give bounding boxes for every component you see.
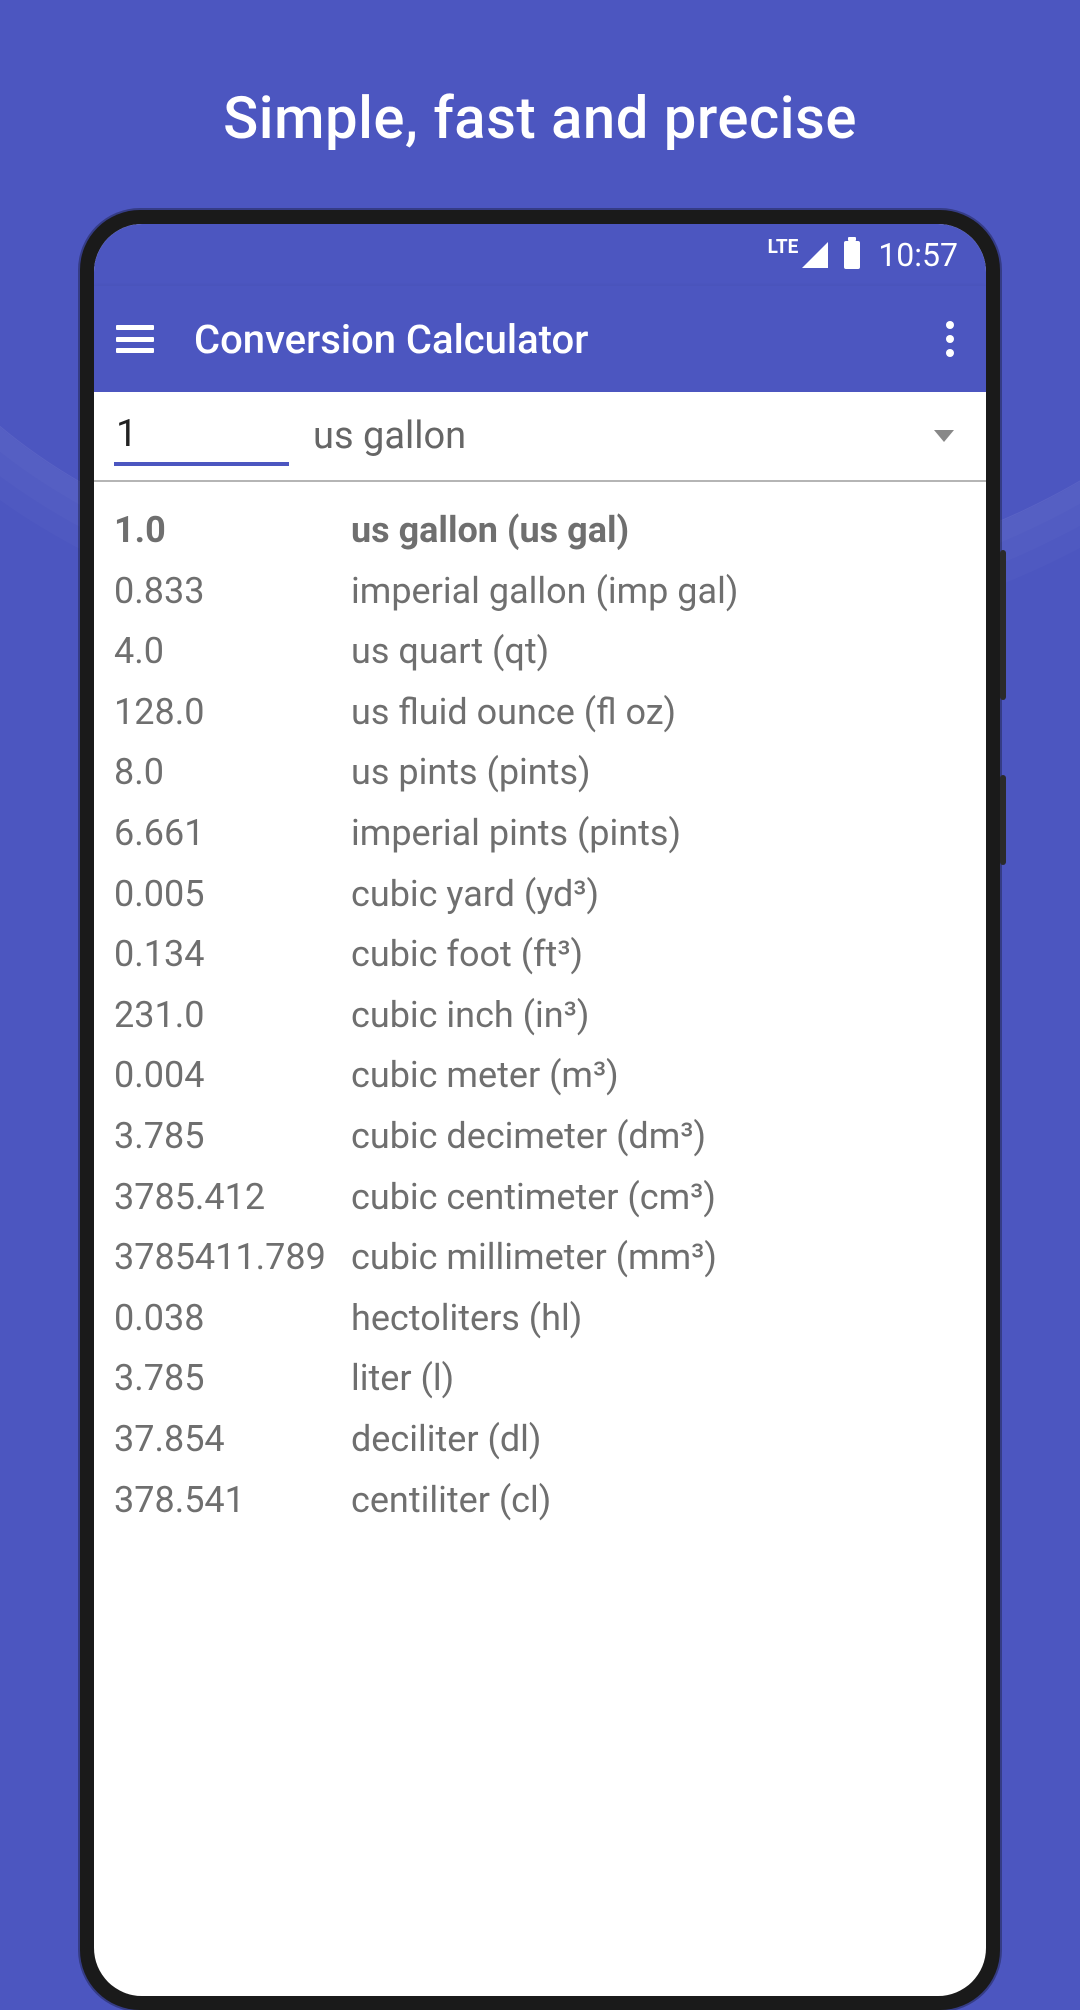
result-value: 6.661	[114, 809, 351, 858]
chevron-down-icon	[934, 430, 954, 442]
result-unit: us gallon (us gal)	[351, 506, 629, 555]
result-unit: cubic millimeter (mm³)	[351, 1233, 717, 1282]
signal-icon	[802, 242, 828, 268]
result-unit: hectoliters (hl)	[351, 1294, 582, 1343]
result-unit: us fluid ounce (fl oz)	[351, 688, 676, 737]
result-row[interactable]: 3.785cubic decimeter (dm³)	[114, 1106, 966, 1167]
result-unit: us quart (qt)	[351, 627, 549, 676]
result-value: 0.004	[114, 1051, 351, 1100]
battery-icon	[844, 241, 860, 269]
result-unit: cubic decimeter (dm³)	[351, 1112, 706, 1161]
value-input[interactable]	[114, 408, 289, 466]
result-row[interactable]: 4.0us quart (qt)	[114, 621, 966, 682]
result-row[interactable]: 0.134cubic foot (ft³)	[114, 924, 966, 985]
result-value: 231.0	[114, 991, 351, 1040]
result-value: 37.854	[114, 1415, 351, 1464]
result-unit: liter (l)	[351, 1354, 454, 1403]
marketing-tagline: Simple, fast and precise	[0, 0, 1080, 153]
phone-screen: LTE 10:57 Conversion Calculator us gallo…	[94, 224, 986, 1996]
status-bar: LTE 10:57	[94, 224, 986, 286]
result-unit: centiliter (cl)	[351, 1476, 551, 1525]
result-value: 378.541	[114, 1476, 351, 1525]
result-row[interactable]: 0.004cubic meter (m³)	[114, 1045, 966, 1106]
result-unit: cubic meter (m³)	[351, 1051, 619, 1100]
status-time: 10:57	[878, 236, 958, 274]
phone-side-button	[1000, 550, 1006, 700]
result-value: 3785.412	[114, 1173, 351, 1222]
result-value: 0.833	[114, 567, 351, 616]
result-row[interactable]: 3785411.789cubic millimeter (mm³)	[114, 1227, 966, 1288]
result-row[interactable]: 231.0cubic inch (in³)	[114, 985, 966, 1046]
result-row[interactable]: 3785.412cubic centimeter (cm³)	[114, 1167, 966, 1228]
network-label: LTE	[768, 235, 799, 258]
result-row[interactable]: 8.0us pints (pints)	[114, 742, 966, 803]
result-row[interactable]: 0.005cubic yard (yd³)	[114, 864, 966, 925]
result-row[interactable]: 0.038hectoliters (hl)	[114, 1288, 966, 1349]
result-value: 128.0	[114, 688, 351, 737]
result-value: 3785411.789	[114, 1233, 351, 1282]
result-unit: cubic yard (yd³)	[351, 870, 599, 919]
app-title: Conversion Calculator	[194, 316, 936, 363]
result-row[interactable]: 0.833imperial gallon (imp gal)	[114, 561, 966, 622]
unit-selector[interactable]: us gallon	[289, 414, 966, 466]
app-bar: Conversion Calculator	[94, 286, 986, 392]
result-row[interactable]: 6.661imperial pints (pints)	[114, 803, 966, 864]
result-unit: cubic centimeter (cm³)	[351, 1173, 716, 1222]
result-value: 3.785	[114, 1112, 351, 1161]
results-list: 1.0us gallon (us gal)0.833imperial gallo…	[94, 482, 986, 1548]
result-value: 3.785	[114, 1354, 351, 1403]
result-value: 4.0	[114, 627, 351, 676]
result-unit: imperial gallon (imp gal)	[351, 567, 738, 616]
result-row[interactable]: 3.785liter (l)	[114, 1348, 966, 1409]
result-value: 8.0	[114, 748, 351, 797]
selected-unit-label: us gallon	[313, 414, 466, 458]
phone-frame: LTE 10:57 Conversion Calculator us gallo…	[80, 210, 1000, 2010]
input-section: us gallon	[94, 392, 986, 482]
result-unit: deciliter (dl)	[351, 1415, 541, 1464]
result-value: 0.038	[114, 1294, 351, 1343]
result-row[interactable]: 378.541centiliter (cl)	[114, 1470, 966, 1531]
result-unit: cubic foot (ft³)	[351, 930, 583, 979]
result-row[interactable]: 1.0us gallon (us gal)	[114, 500, 966, 561]
result-unit: imperial pints (pints)	[351, 809, 681, 858]
result-value: 0.134	[114, 930, 351, 979]
more-options-button[interactable]	[936, 311, 964, 367]
result-row[interactable]: 37.854deciliter (dl)	[114, 1409, 966, 1470]
result-unit: us pints (pints)	[351, 748, 591, 797]
menu-button[interactable]	[116, 325, 154, 353]
result-unit: cubic inch (in³)	[351, 991, 589, 1040]
result-value: 1.0	[114, 506, 351, 555]
result-value: 0.005	[114, 870, 351, 919]
result-row[interactable]: 128.0us fluid ounce (fl oz)	[114, 682, 966, 743]
phone-side-button	[1000, 775, 1006, 865]
